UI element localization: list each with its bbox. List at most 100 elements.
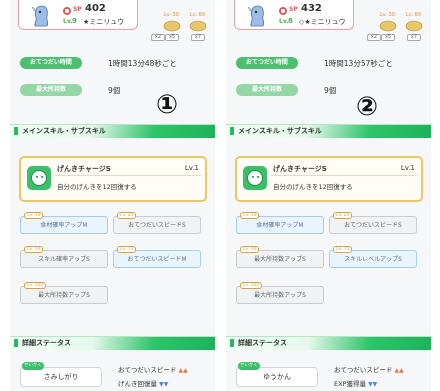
nature-value: ゆうかん <box>263 373 291 381</box>
main-skill-card[interactable]: げんきチャージS Lv.1 自分のげんきを12回復する <box>235 156 423 202</box>
subskill-label: おてつだいスピードM <box>127 256 187 263</box>
subskill-lv25[interactable]: Lv. 25 おてつだいスピードS <box>329 212 417 234</box>
dragonair-icon <box>379 20 397 32</box>
level-value: 9 <box>72 17 77 25</box>
section-title: メインスキル・サブスキル <box>238 127 322 135</box>
pokemon-header-card[interactable]: SP 432 Lv. 8 ◇★ミニリュウ <box>234 0 354 30</box>
main-skill-card[interactable]: げんきチャージS Lv.1 自分のげんきを12回復する <box>19 156 207 202</box>
arrow-down-icon: ▼▼ <box>159 381 169 388</box>
evolution-badge: x5 <box>381 34 395 41</box>
nature-value: さみしがり <box>43 373 79 381</box>
handwritten-number-1: ① <box>155 90 178 120</box>
subskill-badge: Lv. 10 <box>240 212 260 219</box>
subskill-lv50[interactable]: Lv. 50 スキル確率アップS <box>20 246 108 268</box>
evolution-slot-3: Lv. 60 x7 <box>186 0 210 41</box>
sp-label: SP <box>73 6 82 13</box>
section-header-skills: メインスキル・サブスキル <box>226 124 431 138</box>
pokemon-detail-panel-1: SP 402 Lv. 9 ★ミニリュウ x2 Lv. 30 x5 Lv. 60 … <box>10 0 215 391</box>
subskill-label: 最大所持数アップS <box>38 292 90 299</box>
main-skill-description: 自分のげんきを12回復する <box>57 183 137 191</box>
subskill-label: 食材確率アップM <box>40 222 88 229</box>
main-skill-description: 自分のげんきを12回復する <box>273 183 353 191</box>
subskill-badge: Lv. 50 <box>24 246 44 253</box>
divider <box>55 175 201 176</box>
stat-up: おてつだいスピード ▲▲ <box>334 364 404 374</box>
divider <box>271 175 417 176</box>
main-skill-level: Lv.1 <box>400 164 415 172</box>
section-header-details: 詳細ステータス <box>10 336 215 350</box>
section-header-skills: メインスキル・サブスキル <box>10 124 215 138</box>
sp-icon <box>279 7 287 15</box>
smile-icon <box>243 166 267 190</box>
subskill-lv10[interactable]: Lv. 10 食材確率アップM <box>20 212 108 234</box>
subskill-lv100[interactable]: Lv. 100 最大所持数アップS <box>236 282 324 304</box>
level-value: 8 <box>288 17 293 25</box>
arrow-up-icon: ▲▲ <box>394 367 404 374</box>
evolution-badge: x7 <box>191 34 205 41</box>
section-title: 詳細ステータス <box>238 339 287 347</box>
section-header-details: 詳細ステータス <box>226 336 431 350</box>
main-skill-name: げんきチャージS <box>273 165 327 173</box>
section-title: 詳細ステータス <box>22 339 71 347</box>
subskill-label: 食材確率アップM <box>256 222 304 229</box>
smile-icon <box>27 166 51 190</box>
subskill-badge: Lv. 100 <box>24 282 47 289</box>
max-items-label: 最大所持数 <box>20 84 82 96</box>
help-time-value: 1時間13分57秒ごと <box>324 59 393 68</box>
sp-icon <box>63 7 71 15</box>
stat-name: おてつだいスピード <box>334 366 393 374</box>
nature-box[interactable]: さみしがり <box>20 367 102 387</box>
handwritten-number-2: ② <box>355 92 378 122</box>
arrow-up-icon: ▲▲ <box>178 367 188 374</box>
nature-label: せいかく <box>238 362 260 370</box>
subskill-lv25[interactable]: Lv. 25 おてつだいスピードS <box>113 212 201 234</box>
sp-value: 402 <box>85 3 106 14</box>
subskill-badge: Lv. 75 <box>333 246 353 253</box>
stat-up: おてつだいスピード ▲▲ <box>118 364 188 374</box>
help-time-label: おてつだい時間 <box>20 57 82 69</box>
subskill-badge: Lv. 25 <box>117 212 137 219</box>
sp-label: SP <box>289 6 298 13</box>
dratini-icon <box>247 5 265 27</box>
section-title: メインスキル・サブスキル <box>22 127 106 135</box>
stat-name: EXP獲得量 <box>334 380 366 388</box>
subskill-label: 最大所持数アップS <box>254 256 306 263</box>
help-time-label: おてつだい時間 <box>236 57 298 69</box>
max-items-value: 9個 <box>324 86 337 95</box>
nature-box[interactable]: ゆうかん <box>236 367 318 387</box>
subskill-label: スキルレベルアップS <box>344 256 402 263</box>
main-skill-level: Lv.1 <box>184 164 199 172</box>
dragonite-icon <box>405 20 423 32</box>
nature-label: せいかく <box>22 362 44 370</box>
evolution-slot-2: Lv. 30 x5 <box>376 0 400 41</box>
subskill-lv75[interactable]: Lv. 75 スキルレベルアップS <box>329 246 417 268</box>
arrow-down-icon: ▼▼ <box>368 381 378 388</box>
subskill-label: 最大所持数アップS <box>254 292 306 299</box>
pokemon-name: ★ミニリュウ <box>83 18 125 26</box>
subskill-lv100[interactable]: Lv. 100 最大所持数アップS <box>20 282 108 304</box>
subskill-lv50[interactable]: Lv. 50 最大所持数アップS <box>236 246 324 268</box>
subskill-label: スキル確率アップS <box>38 256 90 263</box>
subskill-lv75[interactable]: Lv. 75 おてつだいスピードM <box>113 246 201 268</box>
main-skill-name: げんきチャージS <box>57 165 111 173</box>
subskill-badge: Lv. 50 <box>240 246 260 253</box>
pokemon-header-card[interactable]: SP 402 Lv. 9 ★ミニリュウ <box>18 0 138 30</box>
subskill-badge: Lv. 75 <box>117 246 137 253</box>
subskill-lv10[interactable]: Lv. 10 食材確率アップM <box>236 212 324 234</box>
max-items-value: 9個 <box>108 86 121 95</box>
dragonair-icon <box>163 20 181 32</box>
dratini-icon <box>31 5 49 27</box>
pokemon-name: ◇★ミニリュウ <box>299 18 346 26</box>
evolution-badge: x5 <box>165 34 179 41</box>
help-time-value: 1時間13分48秒ごと <box>108 59 177 68</box>
evolution-badge: x7 <box>407 34 421 41</box>
subskill-badge: Lv. 10 <box>24 212 44 219</box>
stat-down: げんき回復量 ▼▼ <box>118 378 168 388</box>
stat-name: おてつだいスピード <box>118 366 177 374</box>
stat-name: げんき回復量 <box>118 380 157 388</box>
stat-down: EXP獲得量 ▼▼ <box>334 378 377 388</box>
subskill-badge: Lv. 25 <box>333 212 353 219</box>
subskill-label: おてつだいスピードS <box>128 222 186 229</box>
pokemon-detail-panel-2: SP 432 Lv. 8 ◇★ミニリュウ x2 Lv. 30 x5 Lv. 60… <box>226 0 431 391</box>
dragonite-icon <box>189 20 207 32</box>
